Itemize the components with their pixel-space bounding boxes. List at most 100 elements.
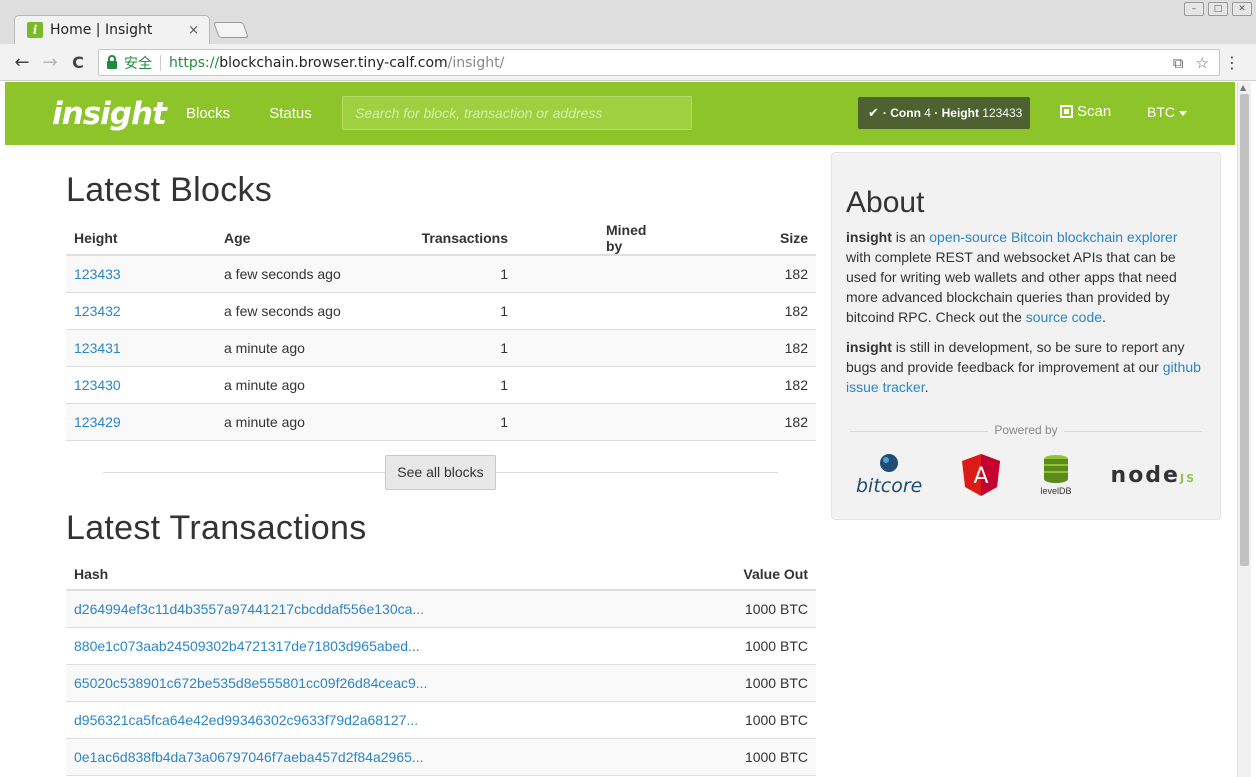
powered-by-divider: Powered by [850, 421, 1202, 441]
address-bar[interactable]: 安全 https:// blockchain.browser.tiny-calf… [98, 49, 1220, 76]
scan-button[interactable]: Scan [1060, 103, 1111, 120]
block-age: a minute ago [216, 403, 366, 441]
see-all-blocks-button[interactable]: See all blocks [385, 455, 496, 490]
column-header-mined-by: Mined by [516, 222, 666, 256]
latest-blocks-title: Latest Blocks [66, 171, 273, 209]
browser-tab-active[interactable]: i Home | Insight × [14, 15, 210, 44]
menu-icon[interactable]: ⋮ [1224, 53, 1240, 72]
nav-link-blocks[interactable]: Blocks [186, 105, 230, 122]
height-value: 123433 [982, 106, 1023, 120]
reload-icon[interactable]: C [64, 53, 92, 72]
tx-hash-link[interactable]: d264994ef3c11d4b3557a97441217cbcddaf556e… [74, 601, 424, 617]
leveldb-logo[interactable]: levelDB [1040, 454, 1071, 496]
block-size: 182 [666, 292, 816, 330]
block-mined-by [516, 329, 666, 367]
tab-title: Home | Insight [50, 22, 153, 38]
database-stack-icon [1043, 455, 1068, 483]
table-row: 123433 a few seconds ago 1 182 [66, 255, 816, 293]
brand-logo[interactable]: insight [52, 96, 185, 132]
column-header-transactions: Transactions [366, 222, 516, 256]
block-height-link[interactable]: 123430 [74, 377, 121, 393]
powered-by-logos: bitcore A levelDB nodeJS [846, 453, 1206, 497]
block-age: a few seconds ago [216, 292, 366, 330]
block-size: 182 [666, 403, 816, 441]
block-mined-by [516, 403, 666, 441]
block-transactions: 1 [366, 403, 516, 441]
scroll-up-icon[interactable]: ▲ [1240, 83, 1246, 92]
bitcore-logo[interactable]: bitcore [856, 453, 922, 497]
block-size: 182 [666, 329, 816, 367]
vertical-scrollbar[interactable]: ▲ [1237, 82, 1251, 777]
translate-icon[interactable]: ⧉ [1173, 54, 1184, 72]
tx-value-out: 1000 BTC [681, 664, 816, 702]
tx-value-out: 1000 BTC [681, 627, 816, 665]
block-mined-by [516, 366, 666, 404]
window-close-button[interactable]: ✕ [1232, 2, 1252, 16]
tx-value-out: 1000 BTC [681, 701, 816, 739]
omnibox-actions: ⧉ ☆ [1173, 54, 1219, 72]
check-icon: ✔ [868, 105, 879, 120]
conn-value: 4 [924, 106, 931, 120]
url-host: blockchain.browser.tiny-calf.com [219, 54, 448, 71]
block-age: a minute ago [216, 329, 366, 367]
block-height-link[interactable]: 123432 [74, 303, 121, 319]
tx-hash-link[interactable]: 0e1ac6d838fb4da73a06797046f7aeba457d2f84… [74, 749, 424, 765]
column-header-size: Size [666, 222, 816, 256]
window-controls: – □ ✕ [1184, 2, 1252, 16]
nodejs-logo[interactable]: nodeJS [1111, 463, 1196, 488]
latest-transactions-title: Latest Transactions [66, 509, 367, 547]
search-input[interactable]: Search for block, transaction or address [342, 96, 692, 130]
block-height-link[interactable]: 123429 [74, 414, 121, 430]
column-header-age: Age [216, 222, 366, 256]
secure-label: 安全 [124, 55, 152, 72]
insight-brand-text: insight [846, 229, 892, 245]
table-row: 880e1c073aab24509302b4721317de71803d965a… [66, 627, 816, 665]
forward-arrow-icon[interactable]: → [36, 52, 64, 73]
height-label: · Height [934, 106, 979, 120]
block-height-link[interactable]: 123431 [74, 340, 121, 356]
tx-hash-link[interactable]: 880e1c073aab24509302b4721317de71803d965a… [74, 638, 420, 654]
table-header-row: Height Age Transactions Mined by Size [66, 222, 816, 256]
insight-favicon-icon: i [27, 22, 43, 38]
scrollbar-thumb[interactable] [1240, 94, 1249, 566]
new-tab-button[interactable] [213, 22, 249, 38]
table-row: 123431 a minute ago 1 182 [66, 329, 816, 367]
currency-label: BTC [1147, 104, 1175, 120]
insight-brand-text: insight [846, 339, 892, 355]
open-source-link[interactable]: open-source Bitcoin blockchain explorer [929, 229, 1177, 245]
block-transactions: 1 [366, 329, 516, 367]
table-row: d956321ca5fca64e42ed99346302c9633f79d2a6… [66, 701, 816, 739]
block-transactions: 1 [366, 292, 516, 330]
table-row: 65020c538901c672be535d8e555801cc09f26d84… [66, 664, 816, 702]
nav-link-status[interactable]: Status [269, 105, 312, 122]
block-mined-by [516, 255, 666, 293]
table-row: 0e1ac6d838fb4da73a06797046f7aeba457d2f84… [66, 738, 816, 776]
table-row: 123429 a minute ago 1 182 [66, 403, 816, 441]
svg-text:A: A [974, 464, 989, 489]
url-path: /insight/ [447, 54, 505, 71]
tx-hash-link[interactable]: 65020c538901c672be535d8e555801cc09f26d84… [74, 675, 427, 691]
block-age: a minute ago [216, 366, 366, 404]
angular-logo[interactable]: A [961, 453, 1001, 497]
url-scheme: https:// [169, 54, 220, 71]
table-row: d264994ef3c11d4b3557a97441217cbcddaf556e… [66, 590, 816, 628]
angular-shield-icon: A [962, 454, 1001, 496]
star-icon[interactable]: ☆ [1196, 54, 1209, 72]
window-minimize-button[interactable]: – [1184, 2, 1204, 16]
table-header-row: Hash Value Out [66, 558, 816, 591]
block-size: 182 [666, 366, 816, 404]
connection-status-badge[interactable]: ✔ · Conn 4 · Height 123433 [858, 97, 1030, 129]
currency-dropdown[interactable]: BTC [1147, 104, 1187, 120]
window-maximize-button[interactable]: □ [1208, 2, 1228, 16]
block-height-link[interactable]: 123433 [74, 266, 121, 282]
tab-close-icon[interactable]: × [188, 23, 199, 38]
block-transactions: 1 [366, 366, 516, 404]
tx-hash-link[interactable]: d956321ca5fca64e42ed99346302c9633f79d2a6… [74, 712, 418, 728]
block-age: a few seconds ago [216, 255, 366, 293]
insight-navbar: insight Blocks Status Search for block, … [5, 82, 1235, 145]
about-paragraph-2: insight is still in development, so be s… [846, 339, 1201, 395]
tx-value-out: 1000 BTC [681, 738, 816, 776]
back-arrow-icon[interactable]: ← [8, 52, 36, 73]
source-code-link[interactable]: source code [1026, 309, 1102, 325]
about-title: About [846, 186, 925, 219]
